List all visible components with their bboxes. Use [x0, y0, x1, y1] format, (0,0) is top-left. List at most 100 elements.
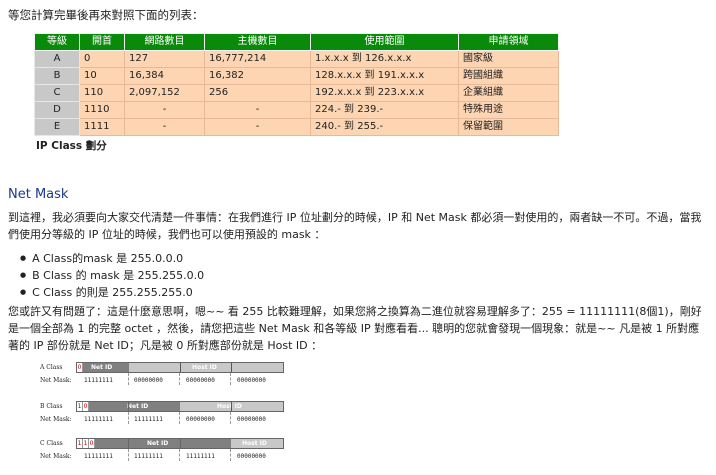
class-b-label: B Class — [40, 403, 63, 410]
cell-grade: E — [34, 118, 80, 136]
mask-octet: 11111111 — [186, 453, 215, 460]
mask-octet: 11111111 — [84, 416, 113, 423]
octet-divider — [231, 402, 232, 411]
net-mask-label: Net Mask: — [40, 416, 72, 423]
cell-prefix: 1111 — [79, 118, 125, 136]
cell-host-count: 256 — [204, 84, 311, 102]
class-a-bit-bar: 0 Net ID Host ID — [76, 362, 284, 373]
cell-range: 128.x.x.x 到 191.x.x.x — [310, 67, 459, 85]
cell-network-count: 16,384 — [124, 67, 205, 85]
cell-host-count: 16,777,214 — [204, 50, 311, 68]
cell-host-count: - — [204, 118, 311, 136]
octet-boundary — [179, 449, 180, 461]
header-prefix: 開首 — [79, 33, 125, 51]
host-id-label: Host ID — [192, 364, 217, 371]
octet-boundary — [179, 412, 180, 424]
header-network-count: 網路數目 — [124, 33, 205, 51]
octet-divider — [128, 402, 129, 411]
list-item: B Class 的 mask 是 255.255.0.0 — [20, 267, 204, 284]
mask-octet: 00000000 — [237, 377, 266, 384]
cell-range: 192.x.x.x 到 223.x.x.x — [310, 84, 459, 102]
mask-octet: 11111111 — [134, 453, 163, 460]
class-b-bit-bar: 1 0 Net ID Host ID — [76, 401, 284, 412]
table-caption: IP Class 劃分 — [36, 140, 107, 152]
cell-domain: 保留範圍 — [458, 118, 559, 136]
cell-domain: 跨國組織 — [458, 67, 559, 85]
list-item: A Class的mask 是 255.0.0.0 — [20, 250, 204, 267]
cell-prefix: 10 — [79, 67, 125, 85]
paragraph-intro-mask: 到這裡，我必須要向大家交代清楚一件事情：在我們進行 IP 位址劃分的時候，IP … — [8, 211, 702, 241]
table-row: E 1111 - - 240.- 到 255.- 保留範圍 — [34, 118, 559, 136]
header-host-count: 主機數目 — [204, 33, 311, 51]
net-id-label: Net ID — [127, 403, 149, 410]
net-mask-label: Net Mask: — [40, 453, 72, 460]
class-a-mask-diagram: A Class Net Mask: 0 Net ID Host ID 11111… — [40, 362, 290, 386]
cell-grade: B — [34, 67, 80, 85]
mask-octet: 11111111 — [134, 416, 163, 423]
cell-range: 1.x.x.x 到 126.x.x.x — [310, 50, 459, 68]
cell-range: 240.- 到 255.- — [310, 118, 459, 136]
mask-octet: 00000000 — [134, 377, 163, 384]
header-range: 使用範圍 — [310, 33, 459, 51]
cell-domain: 特殊用途 — [458, 101, 559, 119]
class-c-mask-diagram: C Class Net Mask: 1 1 0 Net ID Host ID 1… — [40, 438, 290, 462]
cell-network-count: - — [124, 118, 205, 136]
header-domain: 申請領域 — [458, 33, 559, 51]
cell-domain: 國家級 — [458, 50, 559, 68]
leading-bit: 0 — [89, 439, 95, 448]
cell-network-count: - — [124, 101, 205, 119]
mask-octet: 00000000 — [237, 453, 266, 460]
mask-octet: 00000000 — [237, 416, 266, 423]
octet-boundary — [230, 449, 231, 461]
cell-prefix: 110 — [79, 84, 125, 102]
cell-network-count: 127 — [124, 50, 205, 68]
table-row: B 10 16,384 16,382 128.x.x.x 到 191.x.x.x… — [34, 67, 559, 85]
list-item: C Class 的則是 255.255.255.0 — [20, 284, 204, 301]
cell-prefix: 0 — [79, 50, 125, 68]
section-title-net-mask: Net Mask — [8, 187, 69, 202]
ip-class-table: 等級 開首 網路數目 主機數目 使用範圍 申請領域 A 0 127 16,777… — [34, 33, 559, 136]
octet-boundary — [128, 373, 129, 385]
octet-divider — [180, 363, 181, 372]
net-id-label: Net ID — [91, 364, 113, 371]
intro-text: 等您計算完畢後再來對照下面的列表： — [8, 8, 204, 22]
class-a-label: A Class — [40, 364, 63, 371]
mask-octet: 00000000 — [186, 377, 215, 384]
class-b-mask-diagram: B Class Net Mask: 1 0 Net ID Host ID 111… — [40, 401, 290, 425]
host-id-label: Host ID — [217, 403, 242, 410]
table-row: C 110 2,097,152 256 192.x.x.x 到 223.x.x.… — [34, 84, 559, 102]
leading-bit: 0 — [77, 363, 83, 372]
cell-prefix: 1110 — [79, 101, 125, 119]
octet-boundary — [128, 412, 129, 424]
cell-grade: A — [34, 50, 80, 68]
cell-grade: C — [34, 84, 80, 102]
cell-host-count: 16,382 — [204, 67, 311, 85]
host-id-label: Host ID — [242, 440, 267, 447]
mask-octet: 11111111 — [84, 453, 113, 460]
mask-octet: 11111111 — [84, 377, 113, 384]
octet-boundary — [128, 449, 129, 461]
octet-boundary — [179, 373, 180, 385]
cell-range: 224.- 到 239.- — [310, 101, 459, 119]
octet-boundary — [230, 373, 231, 385]
class-c-label: C Class — [40, 440, 63, 447]
leading-bit: 0 — [83, 402, 89, 411]
class-c-bit-bar: 1 1 0 Net ID Host ID — [76, 438, 284, 449]
header-grade: 等級 — [34, 33, 80, 51]
cell-network-count: 2,097,152 — [124, 84, 205, 102]
cell-host-count: - — [204, 101, 311, 119]
octet-divider — [180, 439, 181, 448]
table-row: A 0 127 16,777,214 1.x.x.x 到 126.x.x.x 國… — [34, 50, 559, 68]
mask-octet: 00000000 — [186, 416, 215, 423]
octet-boundary — [230, 412, 231, 424]
cell-grade: D — [34, 101, 80, 119]
default-mask-list: A Class的mask 是 255.0.0.0 B Class 的 mask … — [20, 250, 204, 301]
octet-divider — [128, 439, 129, 448]
paragraph-binary-explanation: 您或許又有問題了：這是什麼意思啊，嗯~~ 看 255 比較難理解，如果您將之換算… — [8, 305, 702, 352]
table-header-row: 等級 開首 網路數目 主機數目 使用範圍 申請領域 — [34, 33, 559, 51]
octet-divider — [231, 363, 232, 372]
net-mask-label: Net Mask: — [40, 377, 72, 384]
net-id-label: Net ID — [147, 440, 169, 447]
table-row: D 1110 - - 224.- 到 239.- 特殊用途 — [34, 101, 559, 119]
cell-domain: 企業組織 — [458, 84, 559, 102]
